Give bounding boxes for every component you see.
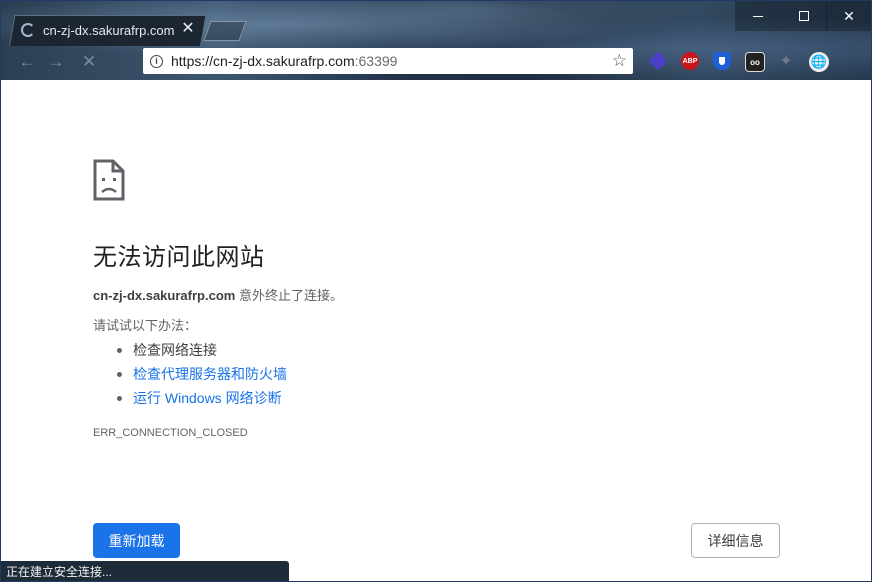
back-button[interactable]: ← — [15, 51, 39, 73]
abp-icon[interactable]: ABP — [681, 52, 699, 70]
list-item: 检查代理服务器和防火墙 — [117, 362, 287, 386]
forward-button[interactable]: → — [44, 51, 68, 73]
bullet-icon — [117, 347, 122, 353]
puzzle-icon[interactable]: ✦ — [777, 52, 795, 70]
reload-button[interactable]: 重新加载 — [93, 523, 180, 558]
error-description: cn-zj-dx.sakurafrp.com 意外终止了连接。 — [93, 285, 343, 304]
list-item: 检查网络连接 — [117, 338, 287, 362]
site-info-icon[interactable]: i — [150, 54, 163, 68]
page-title: 无法访问此网站 — [93, 243, 265, 271]
tab-close-icon[interactable]: ✕ — [177, 18, 199, 40]
shield-extension-icon[interactable] — [713, 52, 731, 70]
gem-extension-icon[interactable] — [648, 51, 668, 71]
error-host: cn-zj-dx.sakurafrp.com — [93, 288, 236, 303]
minimize-icon — [753, 15, 763, 17]
sad-document-icon — [93, 159, 125, 201]
maximize-icon — [799, 11, 809, 21]
url-main: https://cn-zj-dx.sakurafrp.com — [171, 53, 355, 69]
tab-content: cn-zj-dx.sakurafrp.com — [21, 17, 174, 43]
maximize-button[interactable] — [781, 1, 827, 31]
browser-title-bar: cn-zj-dx.sakurafrp.com ✕ ✕ ← → ✕ i https… — [1, 1, 871, 80]
details-button[interactable]: 详细信息 — [691, 523, 780, 558]
suggestion-check-network: 检查网络连接 — [133, 342, 217, 358]
try-label: 请试试以下办法： — [93, 318, 198, 333]
minimize-button[interactable] — [735, 1, 781, 31]
error-code: ERR_CONNECTION_CLOSED — [93, 427, 248, 439]
globe-profile-icon[interactable]: 🌐 — [809, 52, 829, 72]
new-tab-button[interactable] — [203, 21, 247, 41]
stop-button[interactable]: ✕ — [77, 51, 101, 73]
error-page: 无法访问此网站 cn-zj-dx.sakurafrp.com 意外终止了连接。 … — [1, 80, 871, 581]
tab-title: cn-zj-dx.sakurafrp.com — [43, 22, 175, 38]
url-port: :63399 — [354, 53, 398, 69]
suggestion-network-diagnostics-link[interactable]: 运行 Windows 网络诊断 — [133, 388, 282, 408]
address-bar[interactable]: i https://cn-zj-dx.sakurafrp.com:63399 ☆ — [143, 48, 633, 74]
browser-window: cn-zj-dx.sakurafrp.com ✕ ✕ ← → ✕ i https… — [0, 0, 872, 582]
url-text: https://cn-zj-dx.sakurafrp.com:63399 — [171, 53, 397, 69]
status-bar: 正在建立安全连接... — [1, 561, 289, 581]
list-item: 运行 Windows 网络诊断 — [117, 386, 287, 410]
bullet-icon — [117, 371, 122, 377]
bookmark-star-icon[interactable]: ☆ — [612, 51, 627, 71]
suggestion-check-proxy-link[interactable]: 检查代理服务器和防火墙 — [133, 364, 287, 384]
camera-extension-icon[interactable]: oo — [745, 52, 765, 72]
error-message: 意外终止了连接。 — [235, 288, 343, 303]
loading-spinner-icon — [21, 23, 35, 37]
suggestion-list: 检查网络连接 检查代理服务器和防火墙 运行 Windows 网络诊断 — [117, 338, 287, 410]
bullet-icon — [117, 395, 122, 401]
window-close-button[interactable]: ✕ — [826, 1, 871, 31]
